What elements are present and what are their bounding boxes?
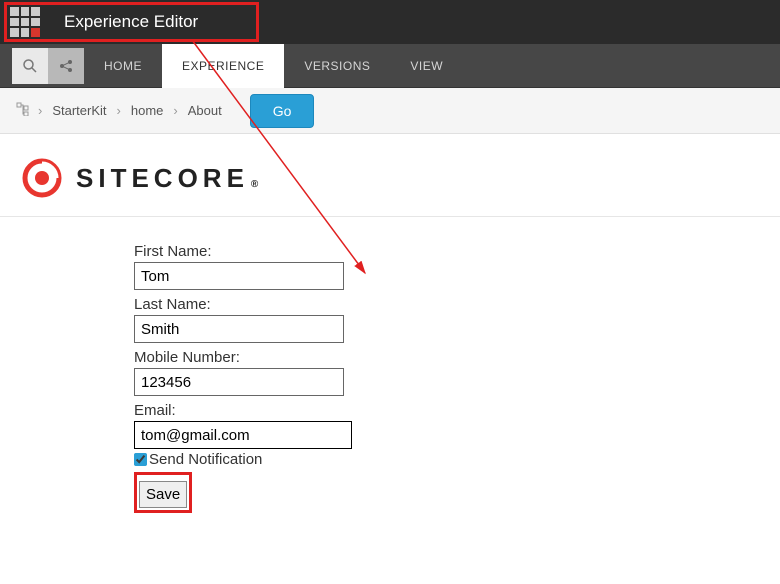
launchpad-icon[interactable] <box>10 7 40 37</box>
email-label: Email: <box>134 402 780 419</box>
breadcrumb-item[interactable]: StarterKit <box>52 103 106 118</box>
mobile-field[interactable] <box>134 368 344 396</box>
annotation-highlight-save: Save <box>134 472 192 513</box>
first-name-field[interactable] <box>134 262 344 290</box>
breadcrumb: › StarterKit › home › About Go <box>0 88 780 134</box>
tab-view[interactable]: VIEW <box>390 44 463 88</box>
notification-checkbox[interactable] <box>134 453 147 466</box>
chevron-right-icon: › <box>117 103 121 118</box>
ribbon-bar: HOME EXPERIENCE VERSIONS VIEW <box>0 44 780 88</box>
share-icon[interactable] <box>48 48 84 84</box>
brand-name-text: SITECORE <box>76 163 249 194</box>
breadcrumb-item[interactable]: home <box>131 103 164 118</box>
brand-row: SITECORE® <box>0 134 780 217</box>
tab-home[interactable]: HOME <box>84 44 162 88</box>
chevron-right-icon: › <box>173 103 177 118</box>
chevron-right-icon: › <box>38 103 42 118</box>
mobile-label: Mobile Number: <box>134 349 780 366</box>
tab-versions[interactable]: VERSIONS <box>284 44 390 88</box>
form-area: First Name: Last Name: Mobile Number: Em… <box>0 217 780 543</box>
top-bar: Experience Editor <box>0 0 780 44</box>
app-title: Experience Editor <box>64 12 198 32</box>
sitecore-logo-icon <box>22 158 62 198</box>
notification-row: Send Notification <box>134 451 780 468</box>
email-field[interactable] <box>134 421 352 449</box>
tree-icon[interactable] <box>16 102 30 119</box>
first-name-label: First Name: <box>134 243 780 260</box>
save-button[interactable]: Save <box>139 481 187 508</box>
breadcrumb-item[interactable]: About <box>188 103 222 118</box>
notification-label: Send Notification <box>149 451 262 468</box>
search-icon[interactable] <box>12 48 48 84</box>
brand-name: SITECORE® <box>76 163 263 194</box>
last-name-label: Last Name: <box>134 296 780 313</box>
registered-mark: ® <box>251 179 263 190</box>
last-name-field[interactable] <box>134 315 344 343</box>
tab-experience[interactable]: EXPERIENCE <box>162 44 284 88</box>
go-button[interactable]: Go <box>250 94 315 128</box>
